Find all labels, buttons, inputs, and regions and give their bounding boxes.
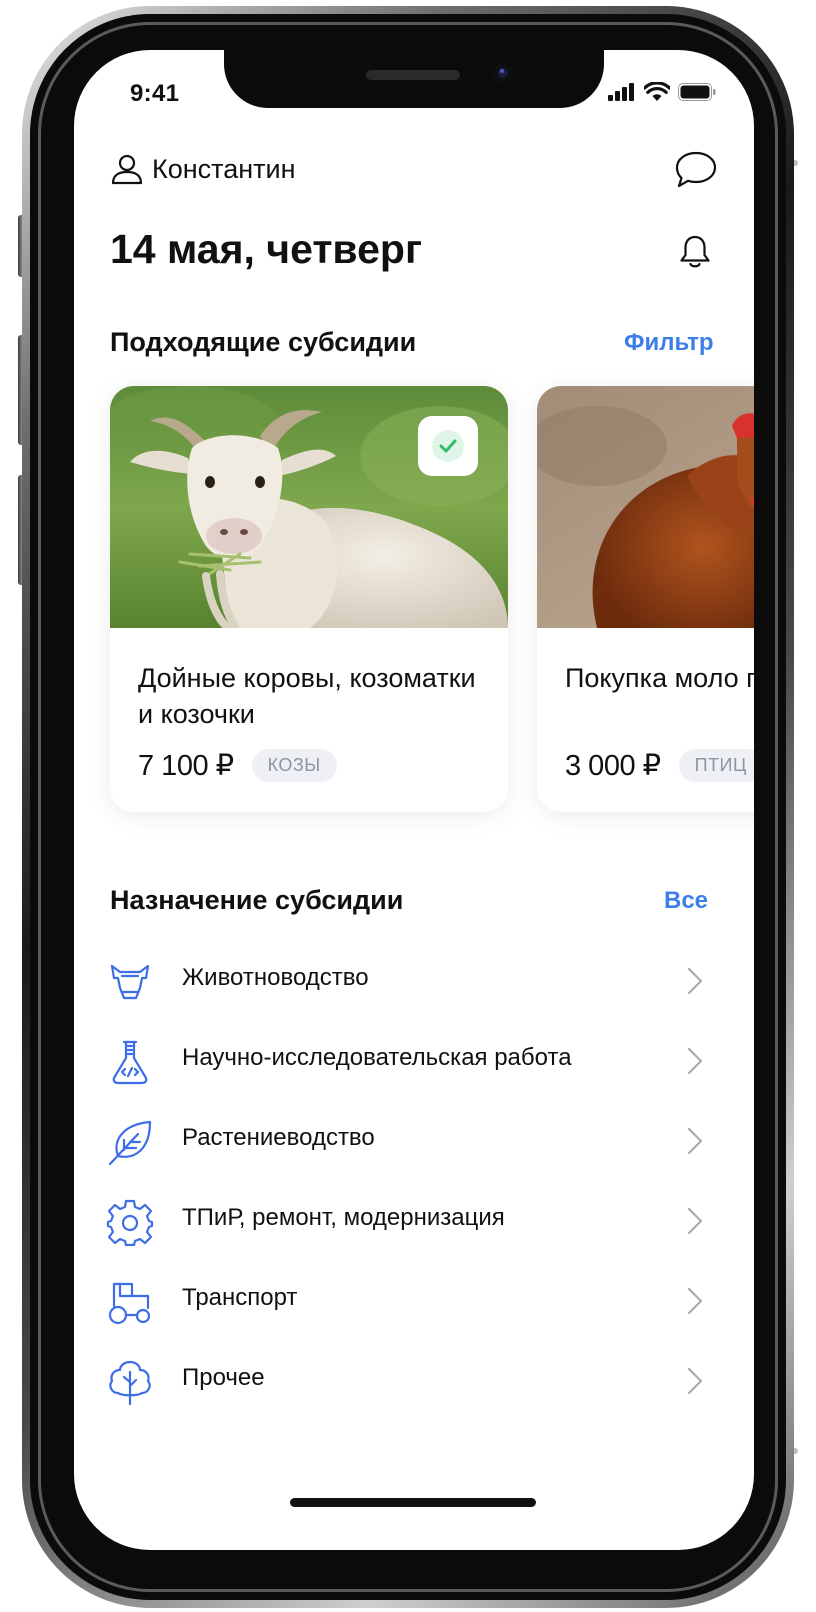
all-link[interactable]: Все xyxy=(664,887,708,915)
notch xyxy=(224,50,604,108)
cow-icon xyxy=(110,964,150,1000)
user-profile[interactable]: Константин xyxy=(110,152,296,186)
status-icons xyxy=(608,82,716,101)
card-title: Покупка моло птицы xyxy=(565,663,754,693)
battery-icon xyxy=(678,82,716,101)
chevron-right-icon xyxy=(687,1127,703,1155)
list-item-label: Прочее xyxy=(182,1364,265,1391)
front-camera xyxy=(494,64,512,82)
leaf-icon xyxy=(108,1120,152,1166)
list-item-livestock[interactable]: Животноводство xyxy=(74,940,754,1020)
list-item-label: Животноводство xyxy=(182,964,369,991)
user-name: Константин xyxy=(152,153,296,184)
selected-badge[interactable] xyxy=(418,416,478,476)
phone-screen: 9:41 Константин 14 мая, четверг Подходящ… xyxy=(74,50,754,1550)
section-title-purpose: Назначение субсидии xyxy=(110,885,404,915)
filter-link[interactable]: Фильтр xyxy=(624,329,714,357)
list-item-label: Научно-исследовательская работа xyxy=(182,1044,572,1071)
list-item-crops[interactable]: Растениеводство xyxy=(74,1100,754,1180)
signal-icon xyxy=(608,82,634,101)
card-title: Дойные коровы, козоматки и козочки xyxy=(138,663,476,729)
gear-icon xyxy=(106,1199,154,1246)
subsidy-card[interactable]: Покупка моло птицы 3 000 ₽ ПТИЦ xyxy=(537,386,754,812)
speaker xyxy=(366,70,460,80)
bell-icon[interactable] xyxy=(678,234,712,270)
tractor-icon xyxy=(108,1282,151,1325)
check-icon xyxy=(432,430,464,462)
wifi-icon xyxy=(644,82,670,101)
status-time: 9:41 xyxy=(130,80,180,107)
user-icon xyxy=(111,154,143,185)
chevron-right-icon xyxy=(687,1287,703,1315)
chevron-right-icon xyxy=(687,1207,703,1235)
list-item-label: Растениеводство xyxy=(182,1124,375,1151)
card-tag: КОЗЫ xyxy=(251,749,337,782)
chat-icon[interactable] xyxy=(674,150,718,190)
page-title-date: 14 мая, четверг xyxy=(110,226,423,272)
chevron-right-icon xyxy=(687,1047,703,1075)
purpose-list: Животноводство Научно-исследовательская … xyxy=(74,940,754,1420)
list-item-label: Транспорт xyxy=(182,1284,298,1311)
flask-icon xyxy=(112,1040,148,1085)
home-indicator[interactable] xyxy=(290,1498,536,1507)
chicken-photo xyxy=(537,386,754,628)
subsidy-card[interactable]: Дойные коровы, козоматки и козочки 7 100… xyxy=(110,386,508,812)
list-item-research[interactable]: Научно-исследовательская работа xyxy=(74,1020,754,1100)
card-tag: ПТИЦ xyxy=(678,749,754,782)
card-price: 7 100 ₽ xyxy=(138,750,234,782)
list-item-repair[interactable]: ТПиР, ремонт, модернизация xyxy=(74,1180,754,1260)
list-item-transport[interactable]: Транспорт xyxy=(74,1260,754,1340)
list-item-other[interactable]: Прочее xyxy=(74,1340,754,1420)
section-title-subsidies: Подходящие субсидии xyxy=(110,327,417,357)
chevron-right-icon xyxy=(687,1367,703,1395)
tree-icon xyxy=(109,1360,151,1406)
list-item-label: ТПиР, ремонт, модернизация xyxy=(182,1204,505,1231)
chevron-right-icon xyxy=(687,967,703,995)
card-price: 3 000 ₽ xyxy=(565,750,661,782)
